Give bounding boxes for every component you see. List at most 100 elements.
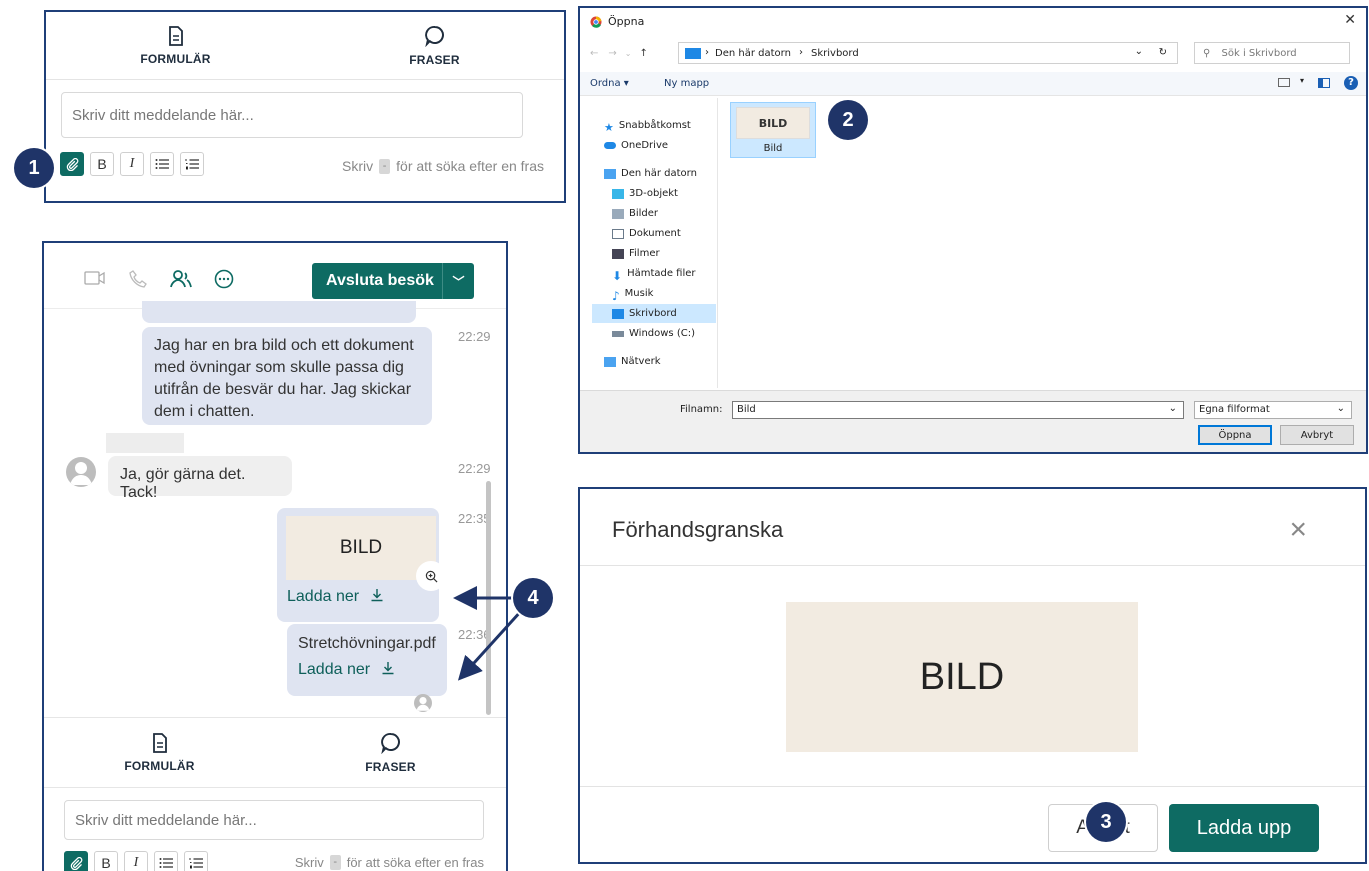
italic-label: I [129, 156, 135, 171]
chevron-down-icon[interactable]: ⌄ [1169, 403, 1177, 414]
search-icon: ⚲ [1203, 48, 1211, 59]
star-icon: ★ [604, 120, 614, 134]
command-bar: Ordna ▾ Ny mapp ▾ ? [580, 72, 1366, 96]
nav-item-onedrive[interactable]: OneDrive [604, 140, 668, 151]
open-button[interactable]: Öppna [1198, 425, 1272, 445]
preview-dialog: Förhandsgranska × BILD Avbryt Ladda upp [578, 487, 1367, 864]
filename-value: Bild [737, 404, 756, 415]
network-icon [604, 356, 616, 367]
nav-item-desktop[interactable]: Skrivbord [612, 308, 677, 319]
person-icon [70, 462, 92, 485]
tab-formular[interactable]: FORMULÄR [46, 12, 305, 79]
italic-button[interactable]: I [120, 152, 144, 176]
filetype-select[interactable]: Egna filformat ⌄ [1194, 401, 1352, 419]
file-thumbnail: BILD [736, 107, 810, 139]
forward-arrow-icon[interactable]: → [608, 48, 616, 59]
video-icon[interactable] [84, 269, 106, 287]
numbered-list-button[interactable] [180, 152, 204, 176]
previous-message-tail [142, 301, 416, 323]
tab-formular[interactable]: FORMULÄR [44, 719, 275, 787]
dialog-title: Förhandsgranska [612, 517, 784, 542]
download-link[interactable]: Ladda ner [287, 588, 384, 606]
preview-pane-icon[interactable] [1318, 78, 1330, 88]
history-chevron-icon[interactable]: ⌄ [625, 49, 632, 58]
hint-suffix: för att söka efter en fras [346, 855, 484, 870]
navigation-pane: ★ Snabbåtkomst OneDrive Den här datorn 3D… [580, 98, 718, 388]
image-thumbnail[interactable]: BILD [286, 516, 436, 580]
chevron-down-icon[interactable]: ﹀ [443, 273, 474, 290]
close-icon[interactable]: ✕ [1344, 12, 1356, 28]
nav-item-windows-c[interactable]: Windows (C:) [612, 328, 695, 339]
phrase-hint: Skriv - för att söka efter en fras [295, 855, 484, 870]
nav-item-network[interactable]: Nätverk [604, 356, 661, 367]
nav-item-documents[interactable]: Dokument [612, 228, 681, 239]
chevron-down-icon[interactable]: ▾ [1300, 76, 1304, 85]
tab-fraser-label: FRASER [365, 760, 416, 774]
file-item[interactable]: BILD Bild [730, 102, 816, 158]
nav-label: Musik [624, 288, 654, 299]
search-input[interactable]: ⚲ Sök i Skrivbord [1194, 42, 1350, 64]
italic-button[interactable]: I [124, 851, 148, 871]
message-input[interactable]: Skriv ditt meddelande här... [61, 92, 523, 138]
close-icon[interactable]: × [1289, 515, 1307, 545]
speech-bubble-icon [424, 25, 444, 47]
organize-menu[interactable]: Ordna ▾ [590, 78, 629, 89]
filetype-value: Egna filformat [1199, 404, 1270, 415]
nav-item-this-pc[interactable]: Den här datorn [604, 168, 697, 179]
numbered-list-icon [189, 858, 203, 869]
bullet-list-button[interactable] [150, 152, 174, 176]
refresh-icon[interactable]: ↻ [1159, 47, 1167, 58]
filename-input[interactable]: Bild ⌄ [732, 401, 1184, 419]
chat-header: Avsluta besök ﹀ [44, 243, 506, 309]
tab-fraser[interactable]: FRASER [275, 719, 506, 787]
breadcrumb-item[interactable]: Skrivbord [811, 48, 859, 59]
sender-name-redacted [106, 433, 184, 453]
divider [580, 565, 1365, 566]
tab-fraser[interactable]: FRASER [305, 12, 564, 79]
view-icon[interactable] [1278, 78, 1290, 87]
phrase-hint: Skriv - för att söka efter en fras [342, 158, 544, 174]
bullet-list-button[interactable] [154, 851, 178, 871]
chat-panel: Avsluta besök ﹀ Jag har en bra bild och … [42, 241, 508, 871]
more-options-icon[interactable] [214, 269, 234, 289]
breadcrumb-item[interactable]: Den här datorn [715, 48, 791, 59]
italic-label: I [133, 855, 139, 870]
chevron-down-icon[interactable]: ⌄ [1135, 46, 1143, 57]
nav-item-videos[interactable]: Filmer [612, 248, 660, 259]
nav-item-downloads[interactable]: ⬇ Hämtade filer [612, 268, 696, 283]
nav-item-music[interactable]: ♪ Musik [612, 288, 654, 303]
end-visit-button[interactable]: Avsluta besök ﹀ [312, 263, 474, 299]
nav-label: Dokument [629, 228, 681, 239]
paperclip-icon [66, 157, 78, 171]
read-receipt-avatar [414, 694, 432, 712]
message-incoming: Ja, gör gärna det. Tack! [108, 456, 292, 501]
phone-icon[interactable] [128, 269, 148, 289]
document-icon [168, 25, 183, 46]
cube-icon [612, 188, 624, 199]
avatar [66, 457, 96, 487]
window-title-text: Öppna [608, 15, 645, 28]
upload-button[interactable]: Ladda upp [1169, 804, 1319, 852]
back-arrow-icon[interactable]: ← [590, 48, 598, 59]
up-arrow-icon[interactable]: ↑ [639, 48, 647, 59]
hint-suffix: för att söka efter en fras [396, 158, 544, 174]
nav-item-pictures[interactable]: Bilder [612, 208, 658, 219]
document-icon [612, 228, 624, 239]
message-input[interactable]: Skriv ditt meddelande här... [64, 800, 484, 840]
bold-button[interactable]: B [94, 851, 118, 871]
participants-icon[interactable] [170, 269, 192, 289]
download-link[interactable]: Ladda ner [298, 661, 395, 679]
attach-button[interactable] [64, 851, 88, 871]
tab-fraser-label: FRASER [409, 52, 460, 67]
nav-item-3d-objects[interactable]: 3D-objekt [612, 188, 678, 199]
cancel-button[interactable]: Avbryt [1280, 425, 1354, 445]
help-icon[interactable]: ? [1344, 76, 1358, 90]
nav-item-quick-access[interactable]: ★ Snabbåtkomst [604, 120, 691, 134]
attach-button[interactable] [60, 152, 84, 176]
numbered-list-button[interactable] [184, 851, 208, 871]
music-note-icon: ♪ [612, 288, 620, 303]
bold-button[interactable]: B [90, 152, 114, 176]
breadcrumb[interactable]: › Den här datorn › Skrivbord ⌄ ↻ [678, 42, 1178, 64]
tab-formular-label: FORMULÄR [124, 759, 195, 773]
new-folder-button[interactable]: Ny mapp [664, 78, 709, 89]
